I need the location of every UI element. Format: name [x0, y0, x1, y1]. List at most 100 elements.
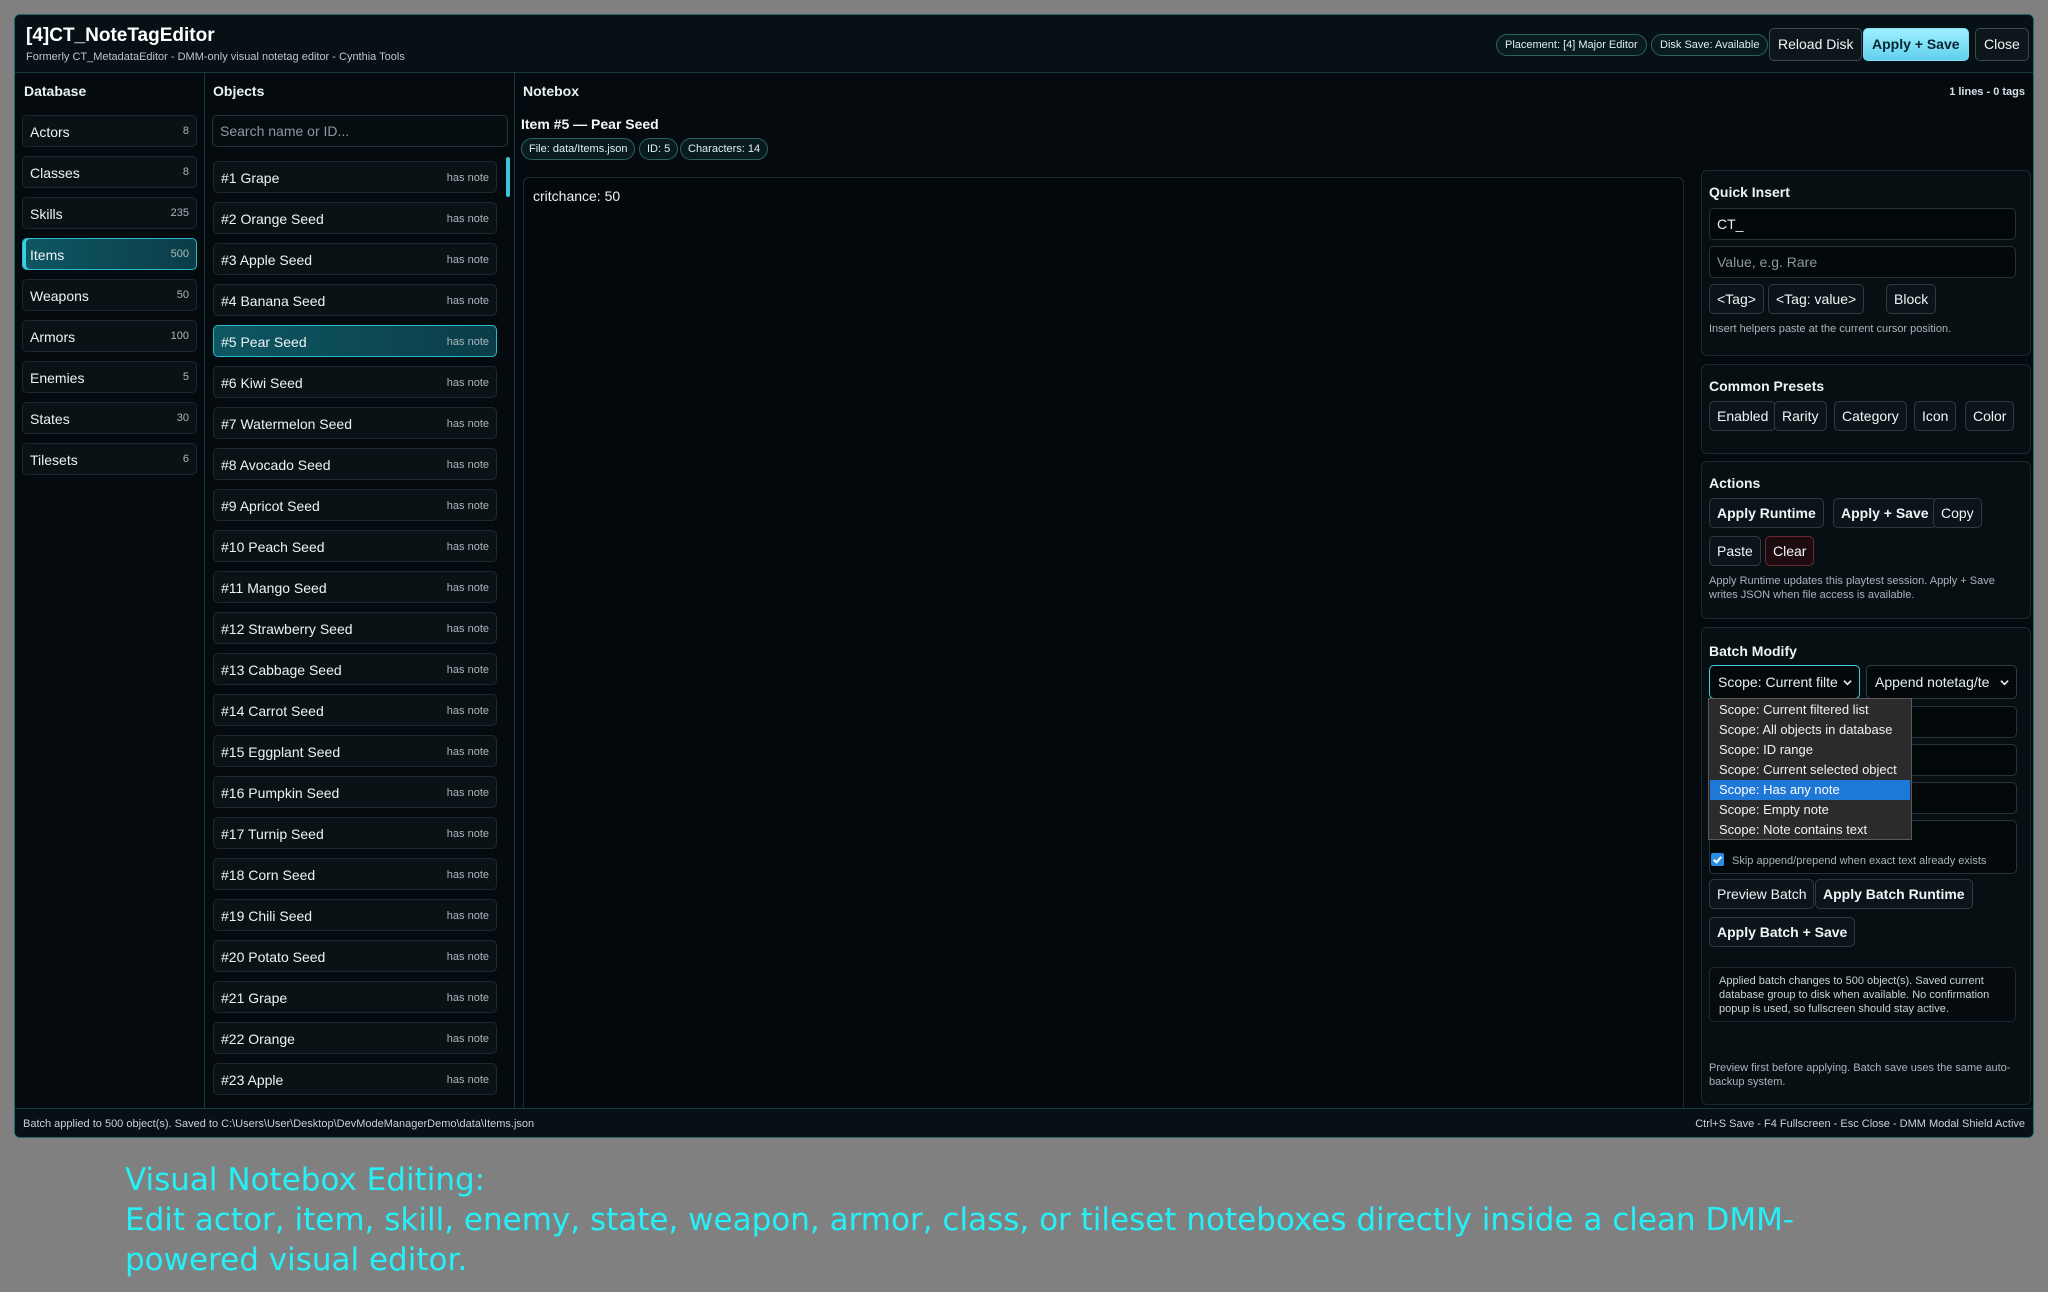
has-note-tag: has note [446, 377, 489, 389]
has-note-tag: has note [446, 787, 489, 799]
database-item-enemies[interactable]: Enemies 5 [22, 361, 197, 393]
notebox-textarea[interactable]: critchance: 50 [523, 177, 1684, 1112]
object-list-item[interactable]: #23 Apple has note [213, 1063, 497, 1095]
preset-color-button[interactable]: Color [1965, 401, 2015, 431]
has-note-tag: has note [446, 582, 489, 594]
object-list-item[interactable]: #19 Chili Seed has note [213, 899, 497, 931]
scope-option[interactable]: Scope: Current filtered list [1710, 700, 1910, 720]
object-name: #12 Strawberry Seed [221, 621, 353, 637]
apply-runtime-button[interactable]: Apply Runtime [1709, 498, 1824, 528]
database-item-actors[interactable]: Actors 8 [22, 115, 197, 147]
apply-save-button[interactable]: Apply + Save [1863, 28, 1969, 61]
scope-option[interactable]: Scope: Note contains text [1710, 820, 1910, 840]
database-item-label: Classes [30, 165, 80, 181]
scope-dropdown-list: Scope: Current filtered list Scope: All o… [1708, 698, 1912, 840]
skip-duplicates-checkbox[interactable] [1711, 853, 1724, 866]
database-item-count: 500 [170, 248, 189, 260]
disk-save-badge: Disk Save: Available [1651, 34, 1769, 56]
scope-option[interactable]: Scope: ID range [1710, 740, 1910, 760]
scope-option[interactable]: Scope: Current selected object [1710, 760, 1910, 780]
insert-block-button[interactable]: Block [1886, 284, 1937, 314]
database-item-armors[interactable]: Armors 100 [22, 320, 197, 352]
reload-disk-button[interactable]: Reload Disk [1769, 28, 1863, 61]
apply-batch-save-button[interactable]: Apply Batch + Save [1709, 917, 1856, 947]
column-divider [514, 73, 515, 1123]
tag-name-input[interactable]: CT_ [1709, 208, 2016, 240]
mode-select[interactable]: Append notetag/te [1866, 665, 2017, 699]
object-list-item[interactable]: #11 Mango Seed has note [213, 571, 497, 603]
object-list-item[interactable]: #3 Apple Seed has note [213, 243, 497, 275]
notebox-content[interactable]: critchance: 50 [533, 188, 620, 204]
preset-rarity-button[interactable]: Rarity [1774, 401, 1827, 431]
scope-option[interactable]: Scope: All objects in database [1710, 720, 1910, 740]
batch-result-line: database group to disk when available. N… [1719, 989, 1990, 1001]
id-chip: ID: 5 [639, 138, 679, 160]
object-list-item[interactable]: #9 Apricot Seed has note [213, 489, 497, 521]
preset-enabled-button[interactable]: Enabled [1709, 401, 1777, 431]
batch-result-line: popup is used, so fullscreen should stay… [1719, 1003, 1949, 1015]
object-name: #8 Avocado Seed [221, 457, 331, 473]
database-item-tilesets[interactable]: Tilesets 6 [22, 443, 197, 475]
object-list-item[interactable]: #21 Grape has note [213, 981, 497, 1013]
has-note-tag: has note [446, 336, 489, 348]
presets-title: Common Presets [1709, 378, 1825, 394]
object-list-item[interactable]: #20 Potato Seed has note [213, 940, 497, 972]
caption-body: Edit actor, item, skill, enemy, state, w… [125, 1202, 1795, 1278]
database-item-count: 100 [170, 330, 189, 342]
object-list-item[interactable]: #16 Pumpkin Seed has note [213, 776, 497, 808]
tag-value-input[interactable]: Value, e.g. Rare [1709, 246, 2016, 278]
object-name: #4 Banana Seed [221, 293, 326, 309]
close-button[interactable]: Close [1975, 28, 2029, 61]
actions-apply-save-button[interactable]: Apply + Save [1833, 498, 1937, 528]
common-presets-panel: Common Presets Enabled Rarity Category I… [1701, 364, 2031, 454]
database-item-count: 6 [182, 453, 189, 465]
object-name: #22 Orange [221, 1031, 295, 1047]
object-list-item[interactable]: #14 Carrot Seed has note [213, 694, 497, 726]
object-name: #15 Eggplant Seed [221, 744, 341, 760]
object-list-item[interactable]: #18 Corn Seed has note [213, 858, 497, 890]
objects-scrollbar[interactable] [506, 157, 510, 197]
object-list-item[interactable]: #10 Peach Seed has note [213, 530, 497, 562]
object-list-item[interactable]: #2 Orange Seed has note [213, 202, 497, 234]
scope-option[interactable]: Scope: Has any note [1710, 780, 1910, 800]
object-list-item[interactable]: #22 Orange has note [213, 1022, 497, 1054]
has-note-tag: has note [446, 951, 489, 963]
object-list-item[interactable]: #8 Avocado Seed has note [213, 448, 497, 480]
database-item-classes[interactable]: Classes 8 [22, 156, 197, 188]
database-item-items[interactable]: Items 500 [22, 238, 197, 270]
object-list-item[interactable]: #6 Kiwi Seed has note [213, 366, 497, 398]
note-tag-editor-window: [4]CT_NoteTagEditor Formerly CT_Metadata… [14, 14, 2034, 1138]
preview-batch-button[interactable]: Preview Batch [1709, 879, 1815, 909]
preset-category-button[interactable]: Category [1834, 401, 1907, 431]
database-item-label: Actors [30, 124, 70, 140]
clear-button[interactable]: Clear [1765, 536, 1815, 566]
object-list-item[interactable]: #1 Grape has note [213, 161, 497, 193]
column-divider [204, 73, 205, 1123]
database-item-skills[interactable]: Skills 235 [22, 197, 197, 229]
item-title: Item #5 — Pear Seed [521, 116, 659, 132]
has-note-tag: has note [446, 869, 489, 881]
preset-icon-button[interactable]: Icon [1914, 401, 1957, 431]
object-name: #20 Potato Seed [221, 949, 326, 965]
copy-button[interactable]: Copy [1933, 498, 1982, 528]
object-search-input[interactable] [212, 115, 508, 147]
quick-insert-panel: Quick Insert CT_ Value, e.g. Rare <Tag> … [1701, 170, 2031, 356]
paste-button[interactable]: Paste [1709, 536, 1761, 566]
object-list-item[interactable]: #13 Cabbage Seed has note [213, 653, 497, 685]
batch-result-line: Applied batch changes to 500 object(s). … [1719, 975, 1984, 987]
database-item-weapons[interactable]: Weapons 50 [22, 279, 197, 311]
insert-tag-value-button[interactable]: <Tag: value> [1768, 284, 1865, 314]
object-list-item[interactable]: #7 Watermelon Seed has note [213, 407, 497, 439]
object-list-item[interactable]: #5 Pear Seed has note [213, 325, 497, 357]
insert-tag-button[interactable]: <Tag> [1709, 284, 1764, 314]
object-list-item[interactable]: #17 Turnip Seed has note [213, 817, 497, 849]
has-note-tag: has note [446, 992, 489, 1004]
object-list-item[interactable]: #12 Strawberry Seed has note [213, 612, 497, 644]
object-list-item[interactable]: #15 Eggplant Seed has note [213, 735, 497, 767]
object-list-item[interactable]: #4 Banana Seed has note [213, 284, 497, 316]
apply-batch-runtime-button[interactable]: Apply Batch Runtime [1815, 879, 1973, 909]
database-item-states[interactable]: States 30 [22, 402, 197, 434]
database-item-count: 235 [170, 207, 189, 219]
scope-option[interactable]: Scope: Empty note [1710, 800, 1910, 820]
scope-select[interactable]: Scope: Current filte [1709, 665, 1860, 699]
